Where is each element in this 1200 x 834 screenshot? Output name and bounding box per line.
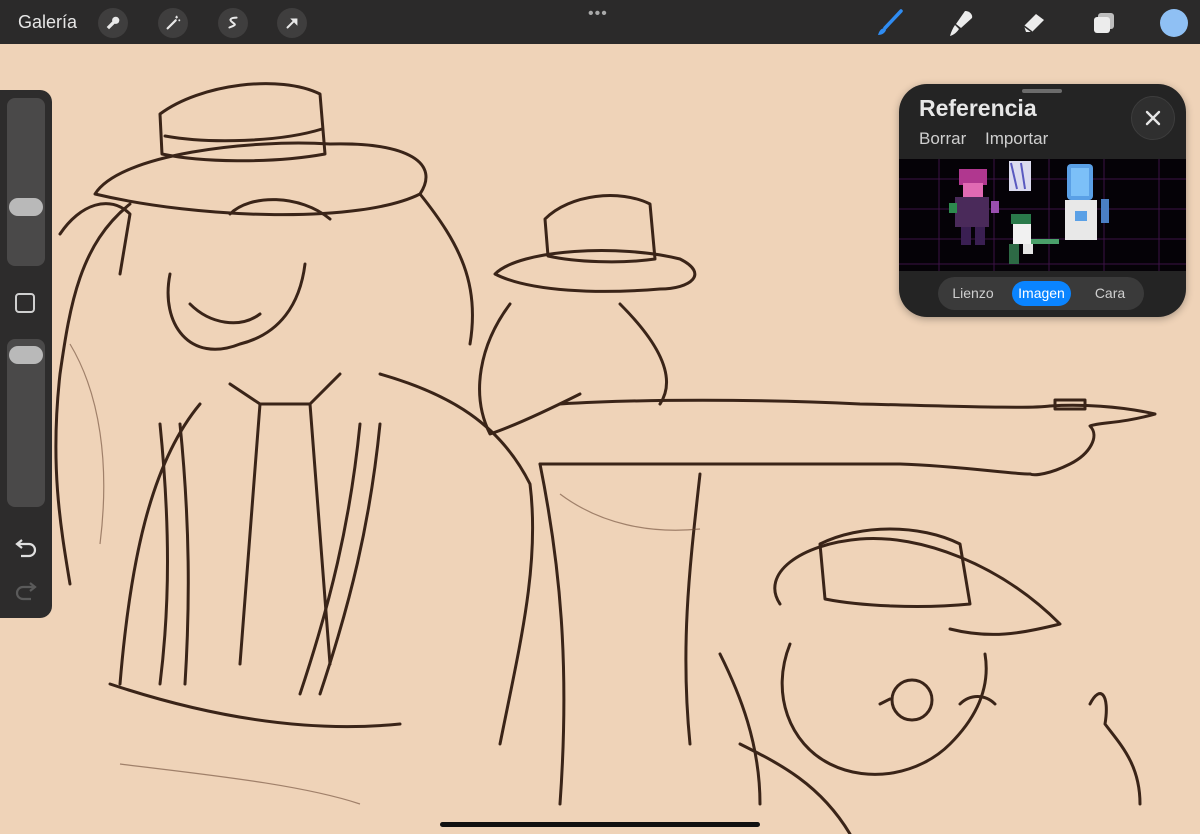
reference-mode-selector: Lienzo Imagen Cara	[938, 277, 1144, 310]
reference-actions: Borrar Importar	[919, 129, 1062, 149]
mode-canvas[interactable]: Lienzo	[944, 281, 1002, 306]
modify-button[interactable]	[15, 293, 35, 313]
opacity-slider[interactable]	[7, 339, 45, 507]
reference-title: Referencia	[919, 95, 1037, 121]
import-button[interactable]: Importar	[985, 129, 1048, 148]
brush-size-knob[interactable]	[9, 198, 43, 216]
top-toolbar: Galería •••	[0, 0, 1200, 44]
gallery-button[interactable]: Galería	[18, 12, 77, 33]
more-options-icon[interactable]: •••	[588, 5, 608, 23]
clear-button[interactable]: Borrar	[919, 129, 966, 148]
home-indicator[interactable]	[440, 822, 760, 827]
eraser-icon[interactable]	[1017, 8, 1049, 38]
reference-image[interactable]	[899, 159, 1186, 271]
undo-icon[interactable]	[13, 538, 39, 560]
transform-arrow-icon[interactable]	[277, 8, 307, 38]
wrench-icon[interactable]	[98, 8, 128, 38]
mode-face[interactable]: Cara	[1081, 281, 1139, 306]
brush-size-slider[interactable]	[7, 98, 45, 266]
reference-panel: Referencia Borrar Importar Lienzo Imagen…	[899, 84, 1186, 317]
panel-drag-handle[interactable]	[1022, 89, 1062, 93]
opacity-knob[interactable]	[9, 346, 43, 364]
brush-icon[interactable]	[874, 8, 906, 38]
close-icon[interactable]	[1131, 96, 1175, 140]
selection-icon[interactable]	[218, 8, 248, 38]
current-color-swatch[interactable]	[1160, 9, 1188, 37]
mode-image[interactable]: Imagen	[1012, 281, 1071, 306]
redo-icon[interactable]	[13, 581, 39, 603]
layers-icon[interactable]	[1088, 8, 1120, 38]
left-sidebar	[0, 90, 52, 618]
magic-wand-icon[interactable]	[158, 8, 188, 38]
smudge-icon[interactable]	[946, 8, 978, 38]
